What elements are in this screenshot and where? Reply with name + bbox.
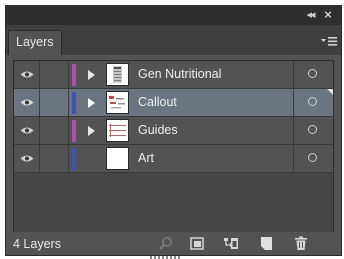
layer-name[interactable]: Callout	[138, 89, 177, 116]
layer-color-bar	[72, 120, 76, 142]
layers-list: Gen Nutritional Callout Guides Art	[13, 60, 334, 233]
panel-footer: 4 Layers	[6, 232, 341, 255]
target-circle-icon	[308, 125, 317, 134]
layer-color-bar	[72, 92, 76, 114]
eye-icon	[20, 99, 34, 106]
target-toggle[interactable]	[293, 89, 333, 116]
target-toggle[interactable]	[293, 61, 333, 88]
layer-name[interactable]: Gen Nutritional	[138, 61, 221, 88]
layer-row-callout[interactable]: Callout	[14, 89, 333, 117]
layer-thumbnail	[106, 119, 129, 142]
tab-strip: Layers	[6, 25, 341, 55]
layer-name[interactable]: Guides	[138, 117, 178, 144]
visibility-toggle[interactable]	[14, 117, 40, 144]
new-layer-icon[interactable]	[258, 236, 274, 251]
lock-toggle[interactable]	[40, 89, 69, 116]
lock-toggle[interactable]	[40, 145, 69, 172]
layer-thumbnail	[106, 63, 129, 86]
target-circle-icon	[308, 153, 317, 162]
layer-count: 4 Layers	[13, 237, 61, 251]
search-icon[interactable]	[158, 236, 174, 251]
target-toggle[interactable]	[293, 117, 333, 144]
visibility-toggle[interactable]	[14, 89, 40, 116]
target-circle-icon	[308, 69, 317, 78]
close-icon[interactable]: ×	[321, 7, 335, 23]
clipping-mask-icon[interactable]	[189, 236, 205, 251]
lock-toggle[interactable]	[40, 117, 69, 144]
layer-thumbnail	[106, 147, 129, 170]
expand-arrow-icon[interactable]	[85, 125, 97, 137]
layer-color-bar	[72, 64, 76, 86]
panel-menu-icon[interactable]	[321, 36, 337, 48]
layer-row-art[interactable]: Art	[14, 145, 333, 173]
tab-layers[interactable]: Layers	[8, 30, 62, 55]
layers-panel: ◂◂ × Layers Gen Nutritional Callout Guid…	[5, 5, 342, 256]
visibility-toggle[interactable]	[14, 61, 40, 88]
layer-color-bar	[72, 148, 76, 170]
visibility-toggle[interactable]	[14, 145, 40, 172]
panel-titlebar[interactable]: ◂◂ ×	[6, 6, 341, 25]
layer-row-guides[interactable]: Guides	[14, 117, 333, 145]
new-sublayer-icon[interactable]	[223, 236, 239, 251]
layer-name[interactable]: Art	[138, 145, 154, 172]
expand-arrow-icon[interactable]	[85, 97, 97, 109]
trash-icon[interactable]	[293, 236, 309, 251]
target-toggle[interactable]	[293, 145, 333, 172]
layer-thumbnail	[106, 91, 129, 114]
eye-icon	[20, 127, 34, 134]
current-layer-indicator	[327, 89, 333, 95]
target-circle-icon	[308, 97, 317, 106]
eye-icon	[20, 155, 34, 162]
lock-toggle[interactable]	[40, 61, 69, 88]
layer-row-gen-nutritional[interactable]: Gen Nutritional	[14, 61, 333, 89]
collapse-icon[interactable]: ◂◂	[303, 7, 317, 23]
eye-icon	[20, 71, 34, 78]
expand-arrow-icon[interactable]	[85, 69, 97, 81]
